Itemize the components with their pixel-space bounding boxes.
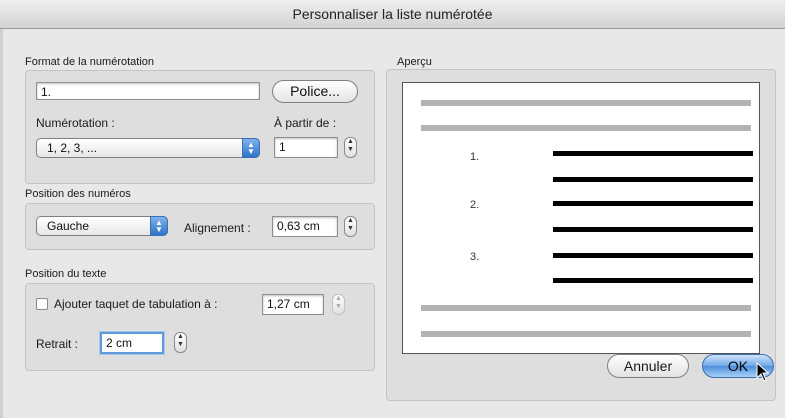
preview-text-line [553, 253, 753, 258]
indent-stepper[interactable]: ▲ ▼ [174, 332, 187, 353]
indent-field[interactable]: 2 cm [100, 332, 164, 354]
start-at-stepper[interactable]: ▲ ▼ [344, 137, 357, 158]
format-group: 1. Police... Numérotation : À partir de … [25, 70, 375, 184]
format-section-label: Format de la numérotation [25, 56, 155, 68]
preview-gray-line [421, 331, 751, 337]
preview-text-line [553, 177, 753, 182]
preview-section-label: Aperçu [397, 56, 432, 68]
preview-gray-line [421, 125, 751, 131]
add-tab-label: Ajouter taquet de tabulation à : [54, 297, 218, 311]
start-at-label: À partir de : [274, 116, 337, 130]
popup-arrows-icon: ▲ ▼ [150, 216, 168, 236]
title-bar: Personnaliser la liste numérotée [0, 0, 785, 29]
numbering-style-value: 1, 2, 3, ... [47, 141, 98, 155]
preview-text-line [553, 278, 753, 283]
text-position-section-label: Position du texte [25, 268, 107, 280]
indent-label: Retrait : [36, 337, 79, 351]
start-at-field[interactable]: 1 [274, 137, 338, 158]
preview-text-line [553, 151, 753, 156]
numbering-label: Numérotation : [36, 116, 115, 130]
alignment-distance-field[interactable]: 0,63 cm [272, 216, 338, 237]
preview-gray-line [421, 100, 751, 106]
popup-arrows-icon: ▲ ▼ [242, 138, 260, 158]
preview-text-line [553, 227, 753, 232]
text-position-group: Ajouter taquet de tabulation à : 1,27 cm… [25, 283, 375, 371]
add-tab-checkbox[interactable] [36, 298, 48, 310]
preview-group: 1. 2. 3. [386, 69, 776, 401]
number-format-field[interactable]: 1. [36, 82, 260, 100]
alignment-stepper[interactable]: ▲ ▼ [344, 216, 357, 237]
font-button[interactable]: Police... [272, 80, 358, 103]
preview-number: 3. [470, 251, 480, 263]
alignment-label: Alignement : [184, 221, 251, 235]
numbering-style-popup[interactable]: 1, 2, 3, ... ▲ ▼ [36, 138, 260, 158]
preview-text-line [553, 201, 753, 206]
tab-position-field[interactable]: 1,27 cm [262, 294, 324, 315]
preview-page: 1. 2. 3. [402, 82, 760, 354]
window-title: Personnaliser la liste numérotée [292, 6, 493, 22]
mouse-pointer-icon [756, 362, 770, 382]
number-alignment-popup[interactable]: Gauche ▲ ▼ [36, 216, 168, 236]
number-position-group: Gauche ▲ ▼ Alignement : 0,63 cm ▲ ▼ [25, 203, 375, 250]
preview-number: 2. [470, 199, 480, 211]
number-alignment-value: Gauche [47, 219, 90, 233]
preview-gray-line [421, 305, 751, 311]
tab-position-stepper[interactable]: ▲ ▼ [332, 294, 345, 315]
window-edge [0, 29, 3, 418]
preview-number: 1. [470, 151, 480, 163]
cancel-button[interactable]: Annuler [607, 354, 689, 378]
number-position-section-label: Position des numéros [25, 188, 131, 200]
